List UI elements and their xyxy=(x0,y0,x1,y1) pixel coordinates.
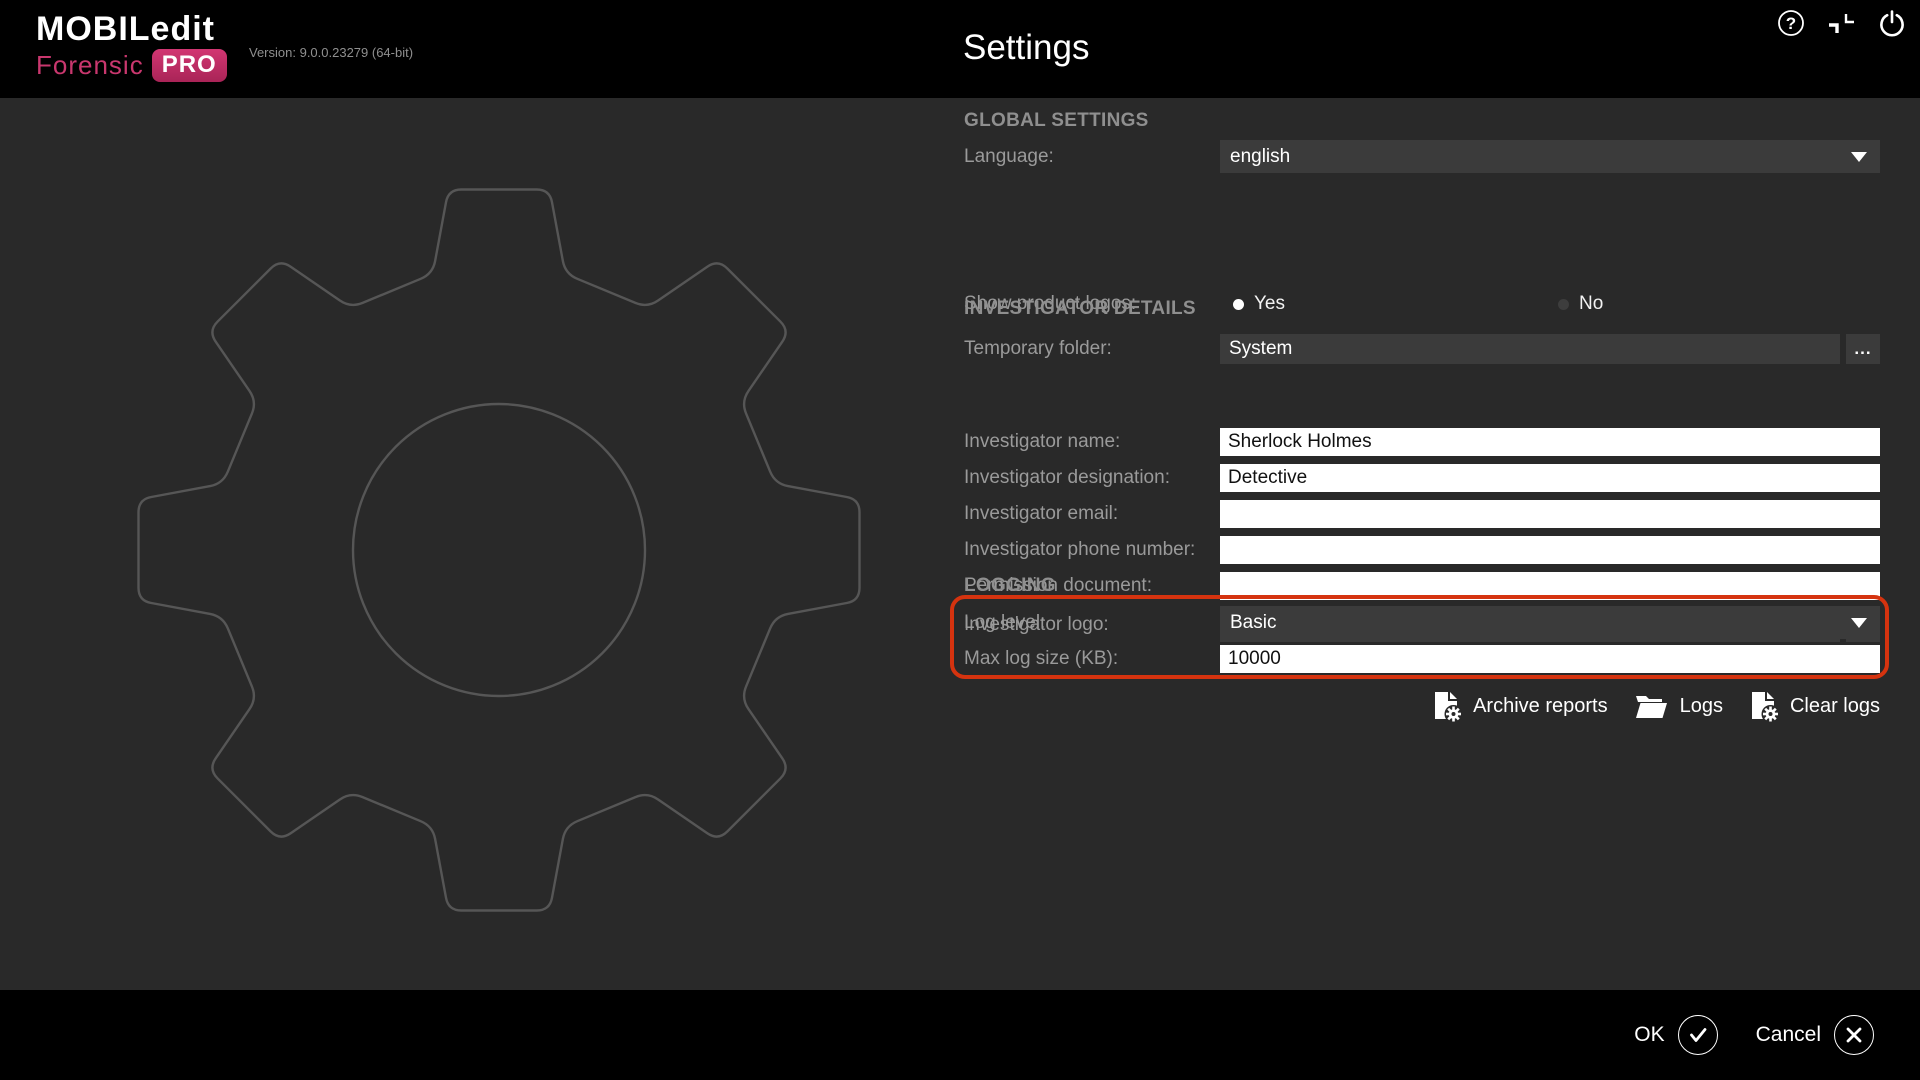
log-level-dropdown[interactable]: Basic xyxy=(1220,606,1880,639)
radio-dot xyxy=(1233,299,1244,310)
clear-logs-button[interactable]: Clear logs xyxy=(1749,690,1880,722)
section-global-settings: GLOBAL SETTINGS xyxy=(964,110,1149,132)
log-level-row: Log level: Basic xyxy=(964,606,1880,639)
svg-text:?: ? xyxy=(1786,14,1796,33)
app-header: MOBILedit Forensic PRO Version: 9.0.0.23… xyxy=(0,0,1920,98)
investigator-email-label: Investigator email: xyxy=(964,503,1220,525)
max-log-size-input[interactable] xyxy=(1220,645,1880,673)
chevron-down-icon xyxy=(1851,618,1867,628)
folder-icon xyxy=(1634,691,1669,721)
logo-pro-badge: PRO xyxy=(152,49,227,82)
help-icon[interactable]: ? xyxy=(1777,9,1805,37)
temp-folder-row: Temporary folder: System ... xyxy=(964,334,1880,364)
app-logo: MOBILedit Forensic PRO xyxy=(36,12,227,82)
document-gear-icon xyxy=(1749,690,1779,722)
ok-button[interactable]: OK xyxy=(1634,1015,1717,1055)
logs-label: Logs xyxy=(1680,695,1723,718)
investigator-designation-label: Investigator designation: xyxy=(964,467,1220,489)
investigator-phone-input[interactable] xyxy=(1220,536,1880,564)
logo-mobiledit: MOBILedit xyxy=(36,12,227,46)
clear-logs-label: Clear logs xyxy=(1790,695,1880,718)
radio-dot xyxy=(1558,299,1569,310)
section-investigator-details: INVESTIGATOR DETAILS xyxy=(964,298,1196,320)
investigator-phone-label: Investigator phone number: xyxy=(964,539,1220,561)
temp-folder-browse-button[interactable]: ... xyxy=(1846,334,1880,364)
language-value: english xyxy=(1230,146,1290,168)
logging-highlight-box: Log level: Basic Max log size (KB): xyxy=(950,595,1889,679)
investigator-email-input[interactable] xyxy=(1220,500,1880,528)
radio-yes[interactable]: Yes xyxy=(1233,293,1285,315)
radio-no-label: No xyxy=(1579,293,1603,315)
gear-outline-icon xyxy=(0,98,920,990)
investigator-name-row: Investigator name: xyxy=(964,428,1880,456)
radio-yes-label: Yes xyxy=(1254,293,1285,315)
cancel-label: Cancel xyxy=(1756,1023,1821,1047)
temp-folder-value: System xyxy=(1229,338,1292,360)
document-gear-icon xyxy=(1432,690,1462,722)
investigator-name-input[interactable] xyxy=(1220,428,1880,456)
logging-actions: Archive reports Logs xyxy=(1432,690,1880,722)
log-level-value: Basic xyxy=(1230,612,1276,634)
temp-folder-field[interactable]: System xyxy=(1220,334,1840,364)
x-circle-icon xyxy=(1834,1015,1874,1055)
log-level-label: Log level: xyxy=(964,612,1220,634)
investigator-designation-input[interactable] xyxy=(1220,464,1880,492)
max-log-size-label: Max log size (KB): xyxy=(964,648,1220,670)
check-circle-icon xyxy=(1678,1015,1718,1055)
temp-folder-label: Temporary folder: xyxy=(964,338,1220,360)
archive-reports-button[interactable]: Archive reports xyxy=(1432,690,1608,722)
settings-panel: GLOBAL SETTINGS Language: english Show p… xyxy=(964,98,1880,990)
language-dropdown[interactable]: english xyxy=(1220,140,1880,173)
section-logging: LOGGING xyxy=(964,575,1056,597)
investigator-designation-row: Investigator designation: xyxy=(964,464,1880,492)
investigator-email-row: Investigator email: xyxy=(964,500,1880,528)
power-icon[interactable] xyxy=(1878,9,1906,37)
archive-reports-label: Archive reports xyxy=(1473,695,1608,718)
footer-bar: OK Cancel xyxy=(0,990,1920,1080)
investigator-name-label: Investigator name: xyxy=(964,431,1220,453)
collapse-window-icon[interactable] xyxy=(1829,11,1854,36)
radio-no[interactable]: No xyxy=(1558,293,1603,315)
chevron-down-icon xyxy=(1851,152,1867,162)
language-label: Language: xyxy=(964,146,1220,168)
investigator-phone-row: Investigator phone number: xyxy=(964,536,1880,564)
ok-label: OK xyxy=(1634,1023,1664,1047)
max-log-size-row: Max log size (KB): xyxy=(964,645,1880,673)
logs-button[interactable]: Logs xyxy=(1634,691,1723,721)
logo-forensic: Forensic xyxy=(36,50,144,81)
cancel-button[interactable]: Cancel xyxy=(1756,1015,1874,1055)
page-title: Settings xyxy=(963,28,1089,68)
language-row: Language: english xyxy=(964,140,1880,173)
version-text: Version: 9.0.0.23279 (64-bit) xyxy=(249,45,413,60)
